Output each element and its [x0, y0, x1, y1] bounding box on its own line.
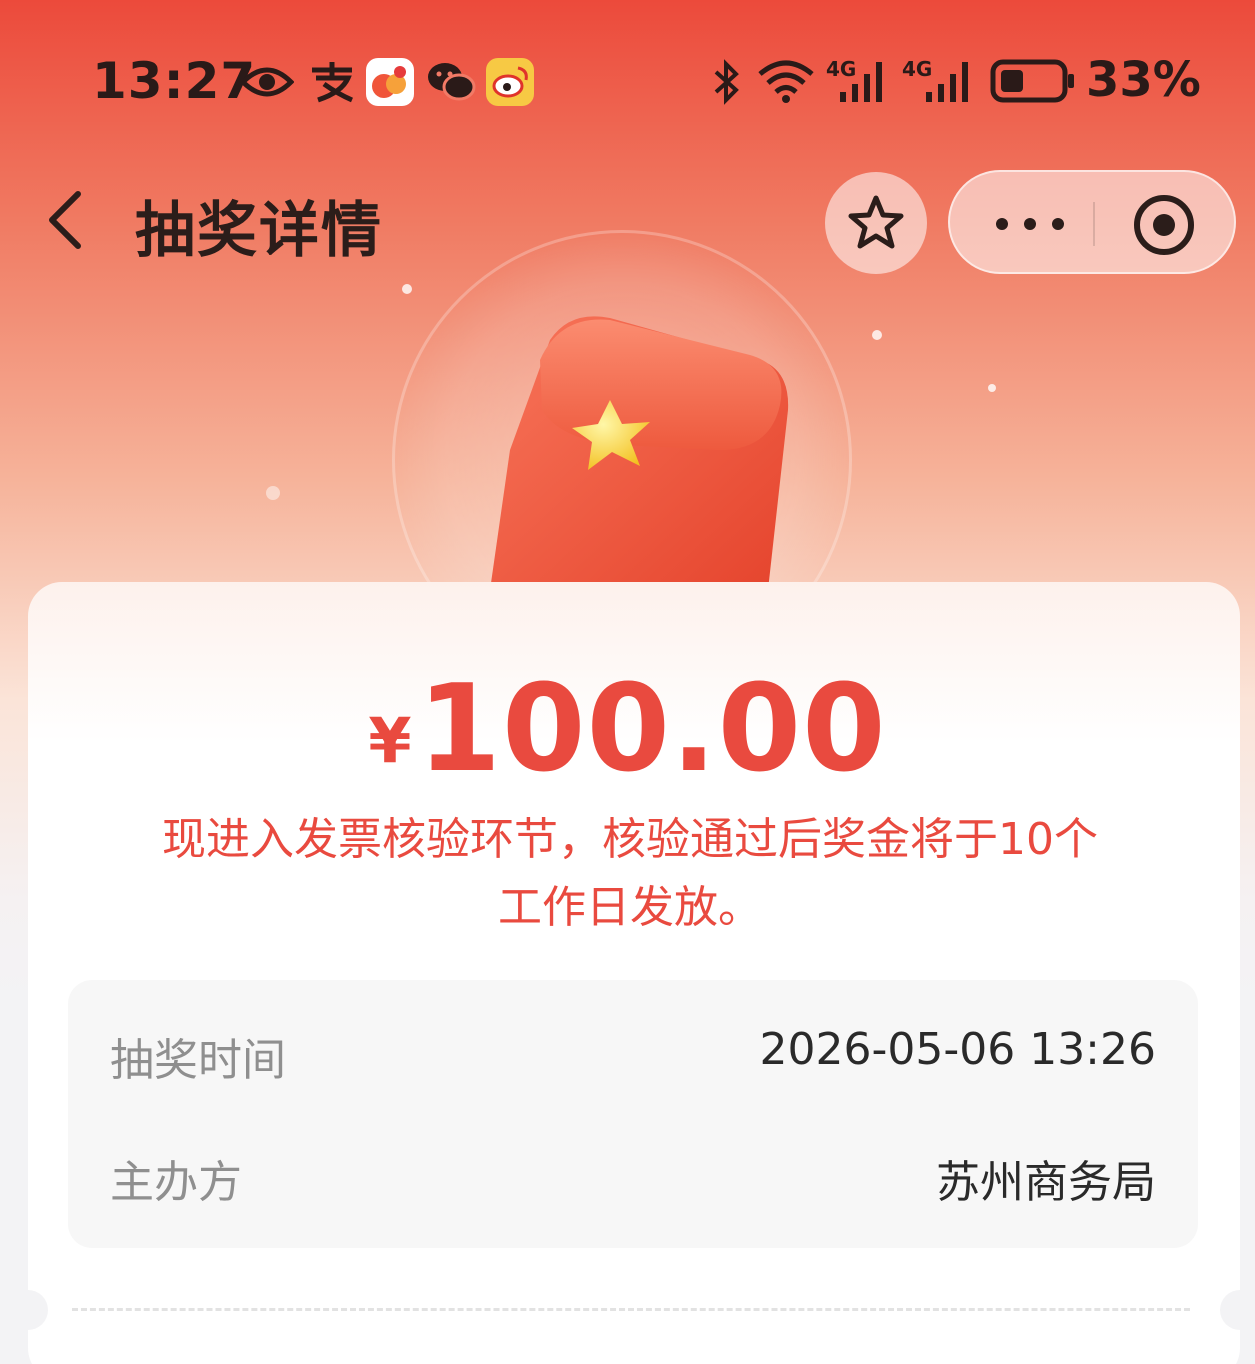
prize-amount: ¥100.00: [0, 660, 1255, 799]
signal-4g-icon: 4G: [902, 57, 968, 102]
card-notch-right: [1220, 1290, 1255, 1330]
verification-notice: 现进入发票核验环节，核验通过后奖金将于10个工作日发放。: [162, 814, 1098, 933]
card-notch-left: [8, 1290, 48, 1330]
eye-icon: [240, 67, 294, 97]
more-icon[interactable]: [990, 210, 1070, 238]
draw-time-label: 抽奖时间: [110, 1035, 286, 1086]
svg-text:4G: 4G: [826, 57, 856, 81]
svg-text:4G: 4G: [902, 57, 932, 81]
organizer-value: 苏州商务局: [936, 1157, 1156, 1208]
detail-row-organizer: 主办方 苏州商务局: [110, 1146, 1156, 1208]
back-icon[interactable]: [40, 190, 100, 250]
favorite-button[interactable]: [825, 172, 927, 274]
sparkle: [266, 486, 280, 500]
battery-percentage: 33%: [1086, 52, 1201, 108]
page-title: 抽奖详情: [135, 196, 383, 266]
alipay-icon: [312, 62, 353, 103]
close-miniprogram-icon[interactable]: [1132, 193, 1196, 257]
organizer-label: 主办方: [110, 1157, 242, 1208]
wechat-icon: [428, 63, 476, 101]
currency-symbol: ¥: [368, 704, 412, 777]
status-bar: 13:27 4G 4G 33%: [0, 0, 1255, 160]
app-icon: [366, 58, 414, 106]
wifi-icon: [758, 60, 814, 103]
sparkle: [872, 330, 882, 340]
bluetooth-icon: [714, 59, 739, 105]
red-envelope-icon: [490, 316, 789, 590]
battery-icon: [990, 59, 1074, 103]
sparkle: [988, 384, 996, 392]
sparkle: [402, 284, 412, 294]
miniprogram-capsule: [948, 170, 1236, 274]
status-time: 13:27: [92, 52, 257, 110]
details-panel: 抽奖时间 2026-05-06 13:26 主办方 苏州商务局: [68, 980, 1198, 1248]
signal-4g-icon: 4G: [826, 57, 882, 102]
weibo-icon: [486, 58, 534, 106]
draw-time-value: 2026-05-06 13:26: [759, 1024, 1157, 1075]
capsule-divider: [1093, 202, 1095, 246]
ticket-divider: [72, 1308, 1190, 1311]
star-icon: [848, 195, 904, 249]
detail-row-draw-time: 抽奖时间 2026-05-06 13:26: [110, 1024, 1157, 1086]
amount-value: 100.00: [417, 660, 887, 799]
